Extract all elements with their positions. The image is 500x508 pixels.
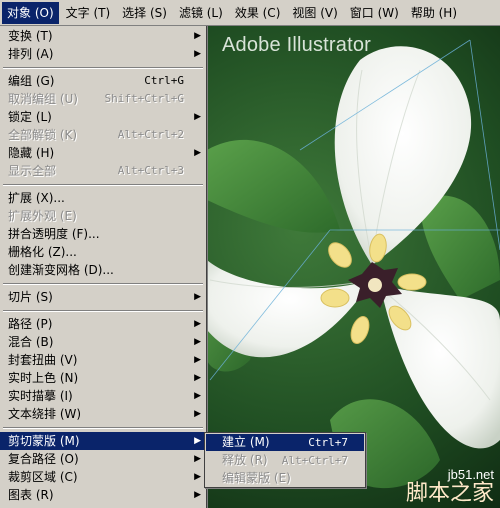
menu-item-label: 隐藏 (H) (8, 146, 55, 160)
clipping-mask-submenu: 建立 (M) Ctrl+7 释放 (R) Alt+Ctrl+7 编辑蒙版 (E) (204, 432, 366, 488)
menu-item-arrange[interactable]: 排列 (A) ▶ (0, 45, 206, 63)
menu-item-clipping-mask[interactable]: 剪切蒙版 (M) ▶ (0, 432, 206, 450)
submenu-arrow-icon: ▶ (194, 355, 201, 365)
submenu-item-release[interactable]: 释放 (R) Alt+Ctrl+7 (206, 452, 364, 469)
menu-item-label: 栅格化 (Z)... (8, 245, 77, 259)
menu-item-live-trace[interactable]: 实时描摹 (I) ▶ (0, 387, 206, 405)
menu-bar: 对象 (O) 文字 (T) 选择 (S) 滤镜 (L) 效果 (C) 视图 (V… (0, 0, 500, 26)
menu-item-crop-area[interactable]: 裁剪区域 (C) ▶ (0, 468, 206, 486)
menu-item-expand-appearance[interactable]: 扩展外观 (E) (0, 207, 206, 225)
submenu-arrow-icon: ▶ (194, 472, 201, 482)
menu-object[interactable]: 对象 (O) (2, 1, 59, 24)
menu-separator (3, 283, 203, 285)
submenu-item-label: 编辑蒙版 (E) (222, 471, 291, 485)
menu-effect[interactable]: 效果 (C) (230, 2, 286, 24)
menu-item-label: 排列 (A) (8, 47, 54, 61)
menu-item-label: 切片 (S) (8, 290, 53, 304)
submenu-item-make[interactable]: 建立 (M) Ctrl+7 (206, 434, 364, 451)
submenu-item-shortcut: Ctrl+7 (308, 436, 348, 449)
menu-item-label: 路径 (P) (8, 317, 53, 331)
submenu-arrow-icon: ▶ (194, 319, 201, 329)
menu-item-label: 混合 (B) (8, 335, 54, 349)
submenu-item-label: 建立 (M) (222, 435, 270, 449)
menu-type[interactable]: 文字 (T) (61, 2, 116, 24)
submenu-item-shortcut: Alt+Ctrl+7 (281, 454, 348, 467)
menu-item-hide[interactable]: 隐藏 (H) ▶ (0, 144, 206, 162)
menu-item-shortcut: Ctrl+G (144, 74, 184, 87)
menu-filter[interactable]: 滤镜 (L) (174, 2, 228, 24)
menu-item-lock[interactable]: 锁定 (L) ▶ (0, 108, 206, 126)
menu-item-shortcut: Alt+Ctrl+2 (117, 128, 184, 141)
menu-item-shortcut: Shift+Ctrl+G (104, 92, 184, 105)
menu-item-expand[interactable]: 扩展 (X)... (0, 189, 206, 207)
menu-item-label: 变换 (T) (8, 29, 53, 43)
menu-item-label: 拼合透明度 (F)... (8, 227, 100, 241)
site-logo: jb51.net 脚本之家 (406, 468, 494, 504)
menu-separator (3, 310, 203, 312)
menu-item-label: 图表 (R) (8, 488, 54, 502)
submenu-arrow-icon: ▶ (194, 49, 201, 59)
submenu-item-label: 释放 (R) (222, 453, 268, 467)
menu-item-envelope-distort[interactable]: 封套扭曲 (V) ▶ (0, 351, 206, 369)
site-logo-name: 脚本之家 (405, 480, 494, 505)
menu-item-blend[interactable]: 混合 (B) ▶ (0, 333, 206, 351)
menu-view[interactable]: 视图 (V) (287, 2, 342, 24)
menu-item-show-all[interactable]: 显示全部 Alt+Ctrl+3 (0, 162, 206, 180)
menu-separator (3, 427, 203, 429)
submenu-arrow-icon: ▶ (194, 436, 201, 446)
menu-item-label: 文本绕排 (W) (8, 407, 82, 421)
menu-item-slice[interactable]: 切片 (S) ▶ (0, 288, 206, 306)
menu-item-label: 创建渐变网格 (D)... (8, 263, 114, 277)
menu-item-graph[interactable]: 图表 (R) ▶ (0, 486, 206, 504)
menu-item-text-wrap[interactable]: 文本绕排 (W) ▶ (0, 405, 206, 423)
menu-item-label: 裁剪区域 (C) (8, 470, 78, 484)
menu-item-path[interactable]: 路径 (P) ▶ (0, 315, 206, 333)
menu-item-shortcut: Alt+Ctrl+3 (117, 164, 184, 177)
menu-item-label: 剪切蒙版 (M) (8, 434, 80, 448)
menu-item-label: 扩展外观 (E) (8, 209, 77, 223)
menu-item-rasterize[interactable]: 栅格化 (Z)... (0, 243, 206, 261)
menu-item-label: 取消编组 (U) (8, 92, 78, 106)
menu-item-label: 复合路径 (O) (8, 452, 79, 466)
menu-item-flatten-transparency[interactable]: 拼合透明度 (F)... (0, 225, 206, 243)
submenu-arrow-icon: ▶ (194, 490, 201, 500)
menu-help[interactable]: 帮助 (H) (406, 2, 462, 24)
submenu-arrow-icon: ▶ (194, 31, 201, 41)
submenu-arrow-icon: ▶ (194, 454, 201, 464)
canvas-watermark-text: Adobe Illustrator (222, 34, 372, 56)
menu-separator (3, 184, 203, 186)
menu-item-label: 编组 (G) (8, 74, 55, 88)
menu-item-gradient-mesh[interactable]: 创建渐变网格 (D)... (0, 261, 206, 279)
menu-item-transform[interactable]: 变换 (T) ▶ (0, 27, 206, 45)
menu-item-label: 锁定 (L) (8, 110, 52, 124)
submenu-arrow-icon: ▶ (194, 337, 201, 347)
screenshot-root: Adobe Illustrator jb51.net 脚本之家 对象 (O) 文… (0, 0, 500, 508)
submenu-arrow-icon: ▶ (194, 148, 201, 158)
menu-item-ungroup[interactable]: 取消编组 (U) Shift+Ctrl+G (0, 90, 206, 108)
menu-item-label: 实时上色 (N) (8, 371, 79, 385)
menu-item-group[interactable]: 编组 (G) Ctrl+G (0, 72, 206, 90)
object-dropdown-menu: 变换 (T) ▶ 排列 (A) ▶ 编组 (G) Ctrl+G 取消编组 (U) Shi… (0, 26, 207, 508)
submenu-arrow-icon: ▶ (194, 409, 201, 419)
menu-separator (3, 67, 203, 69)
menu-item-unlock-all[interactable]: 全部解锁 (K) Alt+Ctrl+2 (0, 126, 206, 144)
menu-item-compound-path[interactable]: 复合路径 (O) ▶ (0, 450, 206, 468)
menu-item-label: 实时描摹 (I) (8, 389, 73, 403)
menu-item-live-paint[interactable]: 实时上色 (N) ▶ (0, 369, 206, 387)
menu-item-label: 全部解锁 (K) (8, 128, 78, 142)
menu-item-label: 显示全部 (8, 164, 57, 178)
menu-window[interactable]: 窗口 (W) (345, 2, 404, 24)
submenu-arrow-icon: ▶ (194, 112, 201, 122)
menu-item-label: 扩展 (X)... (8, 191, 65, 205)
submenu-arrow-icon: ▶ (194, 391, 201, 401)
menu-select[interactable]: 选择 (S) (117, 2, 172, 24)
menu-item-label: 封套扭曲 (V) (8, 353, 78, 367)
submenu-item-edit-mask[interactable]: 编辑蒙版 (E) (206, 470, 364, 487)
submenu-arrow-icon: ▶ (194, 373, 201, 383)
submenu-arrow-icon: ▶ (194, 292, 201, 302)
